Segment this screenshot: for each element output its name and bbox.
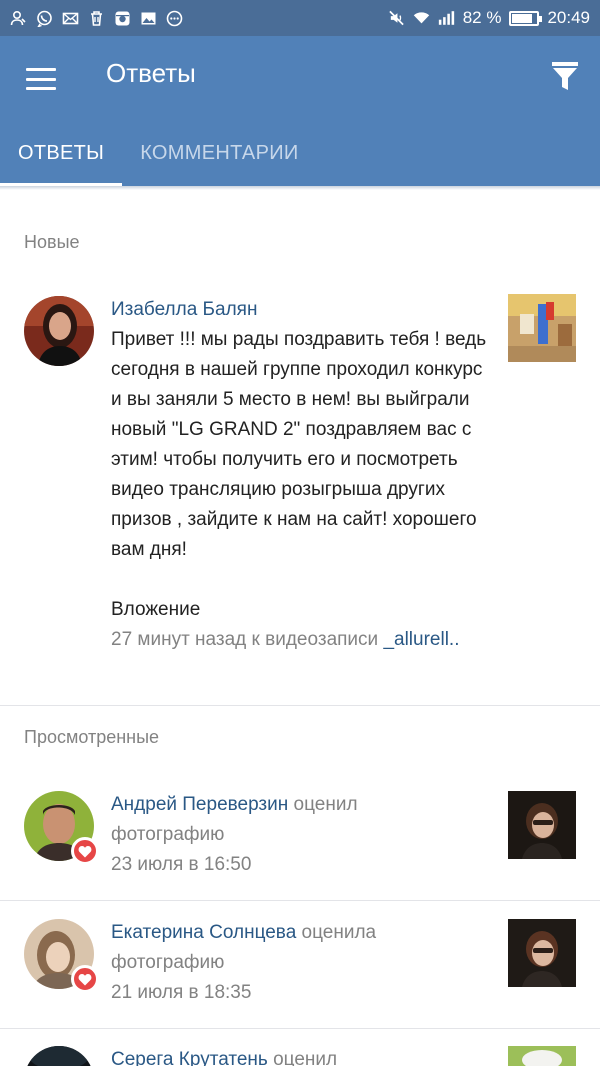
heart-icon [78, 973, 92, 985]
like-content: Серега Крутатень оценил [111, 1045, 496, 1066]
like-action: оценил [293, 794, 358, 815]
reply-time: 27 минут назад к видеозаписи [111, 629, 379, 650]
avatar[interactable] [24, 1046, 94, 1066]
like-time: 23 июля в 16:50 [111, 854, 252, 875]
trash-icon [88, 10, 105, 27]
tab-bar: ОТВЕТЫ КОММЕНТАРИИ [0, 120, 600, 186]
app-bar: Ответы ОТВЕТЫ КОММЕНТАРИИ [0, 36, 600, 186]
like-object: фотографию [111, 952, 225, 973]
section-title-viewed: Просмотренные [24, 727, 160, 747]
author-name[interactable]: Серега Крутатень [111, 1049, 268, 1066]
signal-icon [438, 10, 455, 27]
notification-icons [10, 10, 183, 27]
person-icon [10, 10, 27, 27]
photo-thumbnail[interactable] [508, 919, 576, 987]
divider [0, 705, 600, 706]
divider [0, 1028, 600, 1029]
avatar[interactable] [24, 296, 94, 366]
battery-percent: 82 % [462, 8, 502, 27]
section-title-new: Новые [24, 232, 80, 252]
author-name[interactable]: Екатерина Солнцева [111, 922, 296, 943]
reply-text: Привет !!! мы рады поздравить тебя ! вед… [111, 329, 487, 560]
like-content: Андрей Переверзин оценил фотографию 23 и… [111, 790, 496, 880]
like-badge [71, 837, 99, 865]
heart-icon [78, 845, 92, 857]
like-object: фотографию [111, 824, 225, 845]
divider [0, 900, 600, 901]
wifi-icon [413, 10, 430, 27]
list-item-viewed[interactable]: Екатерина Солнцева оценила фотографию 21… [0, 913, 600, 1027]
author-name[interactable]: Андрей Переверзин [111, 794, 288, 815]
list-item-viewed[interactable]: Серега Крутатень оценил [0, 1040, 600, 1066]
system-indicators: 82 % 20:49 [388, 8, 590, 28]
clock: 20:49 [547, 8, 590, 27]
photo-thumbnail[interactable] [508, 1046, 576, 1066]
list-item-new[interactable]: Изабелла Балян Привет !!! мы рады поздра… [0, 290, 600, 700]
tab-comments[interactable]: КОММЕНТАРИИ [122, 120, 316, 186]
reply-meta: 27 минут назад к видеозаписи _allurell.. [111, 625, 496, 655]
list-item-viewed[interactable]: Андрей Переверзин оценил фотографию 23 и… [0, 785, 600, 899]
attachment-label[interactable]: Вложение [111, 595, 496, 625]
image-icon [140, 10, 157, 27]
like-badge [71, 965, 99, 993]
mute-icon [388, 10, 405, 27]
photo-thumbnail[interactable] [508, 791, 576, 859]
viber-icon [36, 10, 53, 27]
like-action: оценила [301, 922, 377, 943]
page-title: Ответы [106, 58, 196, 88]
author-name[interactable]: Изабелла Балян [111, 295, 496, 325]
like-content: Екатерина Солнцева оценила фотографию 21… [111, 918, 496, 1008]
video-link[interactable]: _allurell.. [383, 629, 459, 650]
like-action: оценил [273, 1049, 338, 1066]
mail-icon [62, 10, 79, 27]
like-time: 21 июля в 18:35 [111, 982, 252, 1003]
filter-icon[interactable] [550, 60, 580, 92]
more-icon [166, 10, 183, 27]
tab-answers[interactable]: ОТВЕТЫ [0, 120, 123, 186]
status-bar: 82 % 20:49 [0, 0, 600, 36]
battery-icon [509, 10, 543, 26]
menu-icon[interactable] [26, 68, 56, 90]
instagram-icon [114, 10, 131, 27]
video-thumbnail[interactable] [508, 294, 576, 362]
reply-content: Изабелла Балян Привет !!! мы рады поздра… [111, 295, 496, 655]
app-bar-shadow [0, 186, 600, 190]
